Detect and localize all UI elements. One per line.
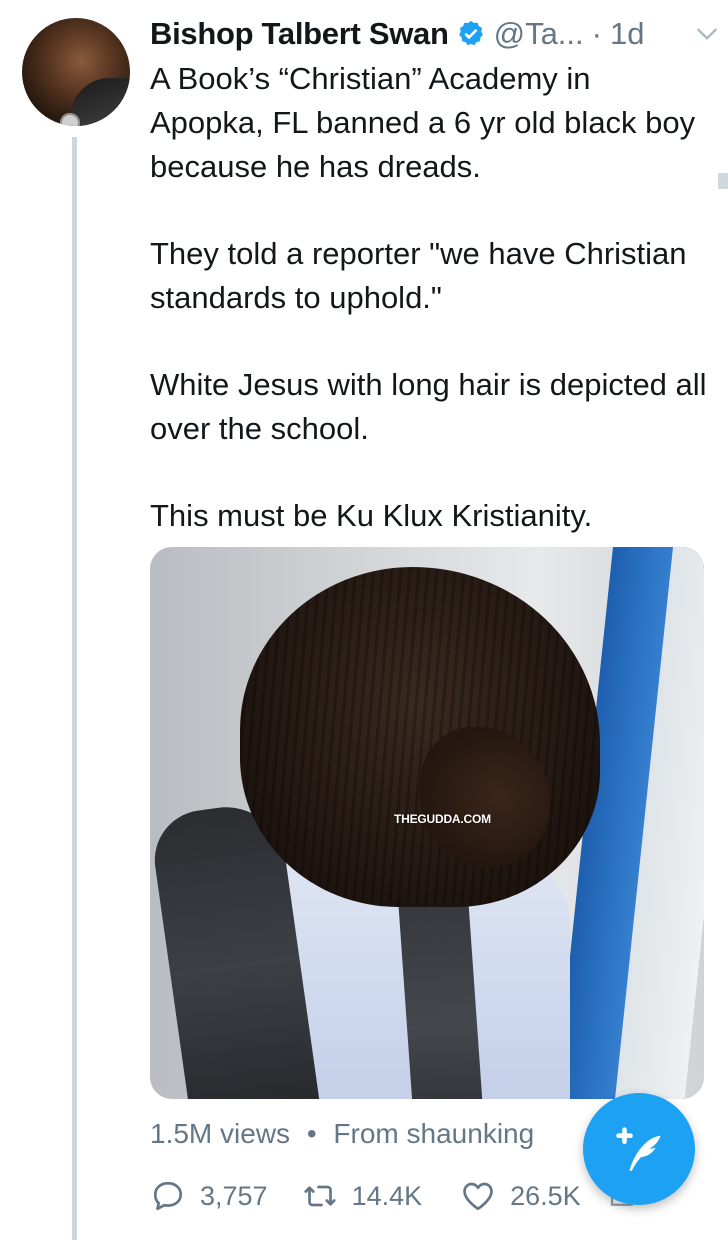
- retweet-button[interactable]: 14.4K: [302, 1178, 423, 1214]
- avatar-microphone: [60, 113, 80, 126]
- tweet-header: Bishop Talbert Swan @Ta... · 1d: [150, 14, 720, 54]
- chevron-down-icon[interactable]: [694, 21, 720, 47]
- view-count: 1.5M views: [150, 1118, 291, 1149]
- meta-separator: •: [306, 1118, 317, 1149]
- tweet-paragraph: This must be Ku Klux Kristianity.: [150, 498, 593, 533]
- media-watermark: THEGUDDA.COM: [394, 812, 491, 826]
- tweet-paragraph: They told a reporter "we have Christian …: [150, 236, 687, 315]
- tweet-actions: 3,757 14.4K 26.5K: [150, 1176, 637, 1216]
- scroll-indicator: [718, 173, 728, 189]
- heart-icon: [463, 1182, 493, 1211]
- header-separator: ·: [591, 16, 602, 51]
- reply-count: 3,757: [200, 1180, 268, 1211]
- reply-icon: [153, 1181, 183, 1211]
- author-avatar[interactable]: [22, 18, 130, 126]
- tweet-timestamp[interactable]: 1d: [610, 16, 644, 52]
- compose-tweet-icon: [616, 1127, 661, 1171]
- tweet-video-media[interactable]: THEGUDDA.COM: [150, 547, 704, 1099]
- video-attribution[interactable]: From shaunking: [333, 1118, 534, 1149]
- author-name[interactable]: Bishop Talbert Swan: [150, 16, 449, 52]
- reply-button[interactable]: 3,757: [150, 1178, 268, 1214]
- media-hair: [240, 567, 600, 907]
- compose-tweet-button[interactable]: [583, 1093, 695, 1205]
- thread-connector-line: [72, 137, 77, 1240]
- verified-badge-icon: [458, 20, 483, 46]
- like-button[interactable]: 26.5K: [460, 1178, 581, 1214]
- retweet-count: 14.4K: [351, 1180, 423, 1211]
- tweet-body: A Book’s “Christian” Academy in Apopka, …: [150, 57, 710, 538]
- retweet-icon: [303, 1185, 336, 1207]
- like-count: 26.5K: [510, 1180, 581, 1211]
- author-handle[interactable]: @Ta...: [494, 16, 584, 52]
- tweet-paragraph: White Jesus with long hair is depicted a…: [150, 367, 707, 446]
- tweet-paragraph: A Book’s “Christian” Academy in Apopka, …: [150, 61, 696, 184]
- video-meta: 1.5M views • From shaunking: [150, 1118, 534, 1150]
